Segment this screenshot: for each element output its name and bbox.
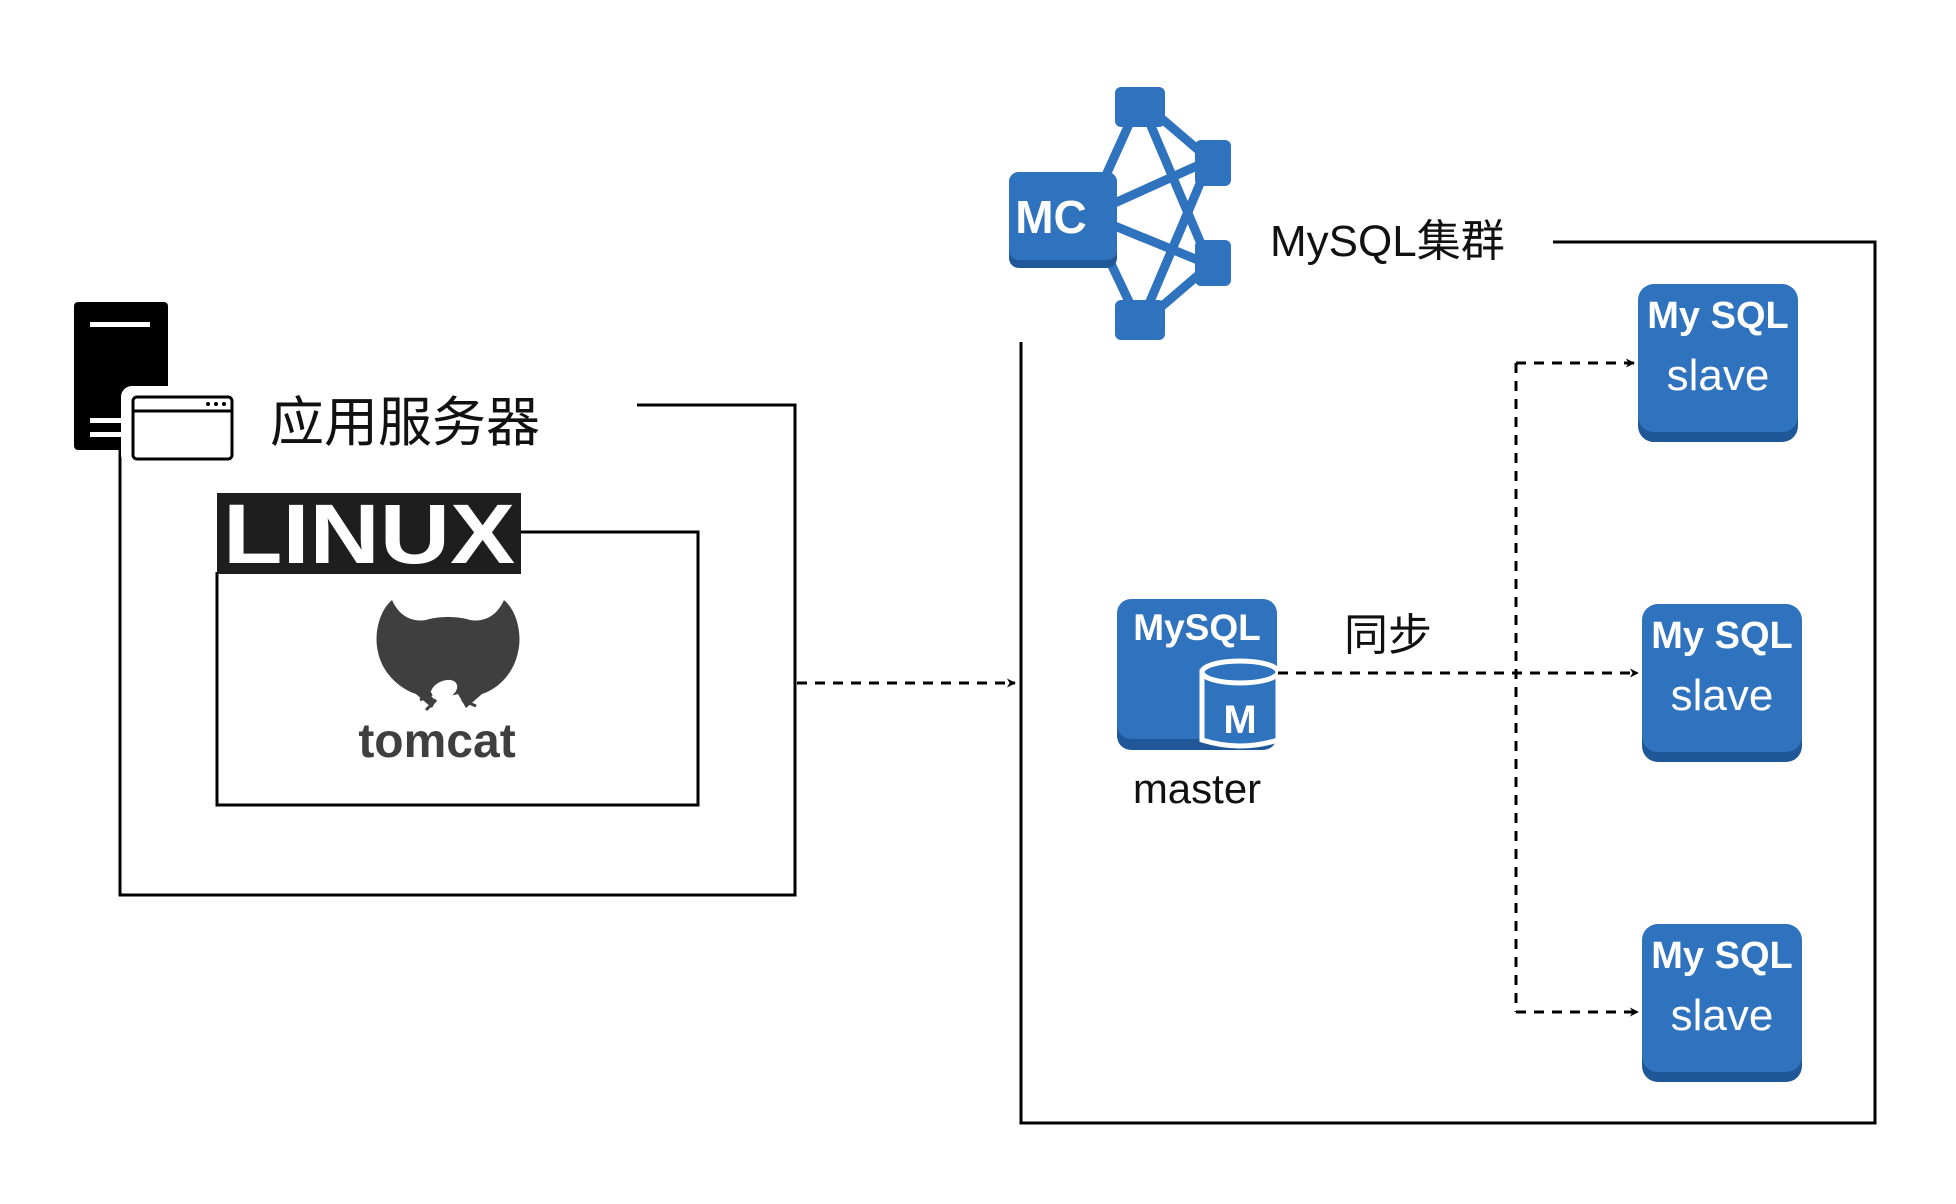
slave-brand: My SQL	[1651, 935, 1792, 977]
app-server-group: 应用服务器 LINUX tomcat	[74, 302, 797, 897]
mysql-cluster-group: MC MySQL集群 MySQL M master 同步 My SQL slav…	[1009, 87, 1877, 1125]
mysql-slave-node: My SQL slave	[1642, 604, 1802, 762]
mysql-slave-node: My SQL slave	[1638, 284, 1798, 442]
app-server-title: 应用服务器	[270, 393, 540, 453]
slave-brand: My SQL	[1651, 615, 1792, 657]
architecture-diagram: 应用服务器 LINUX tomcat MC MySQL集群 MySQL M ma…	[74, 87, 1877, 1125]
linux-logo: LINUX	[217, 487, 521, 581]
tomcat-label: tomcat	[358, 715, 515, 768]
tomcat-cat-icon	[376, 600, 520, 712]
master-caption: master	[1133, 765, 1261, 812]
master-brand: MySQL	[1133, 607, 1260, 648]
mysql-cluster-manager-icon: MC	[1009, 87, 1231, 340]
mysql-slave-node: My SQL slave	[1642, 924, 1802, 1082]
cluster-manager-badge: MC	[1015, 191, 1087, 243]
mysql-master-node: MySQL M master	[1117, 599, 1281, 812]
linux-label: LINUX	[223, 487, 515, 581]
database-cylinder-icon: M	[1199, 658, 1281, 749]
slave-brand: My SQL	[1647, 295, 1788, 337]
browser-window-icon	[121, 386, 241, 466]
cluster-title: MySQL集群	[1270, 217, 1505, 266]
master-badge: M	[1223, 698, 1256, 742]
slave-role: slave	[1671, 671, 1774, 720]
slave-role: slave	[1671, 991, 1774, 1040]
sync-label: 同步	[1344, 611, 1432, 660]
slave-role: slave	[1667, 351, 1770, 400]
sync-connectors	[1278, 358, 1639, 1017]
